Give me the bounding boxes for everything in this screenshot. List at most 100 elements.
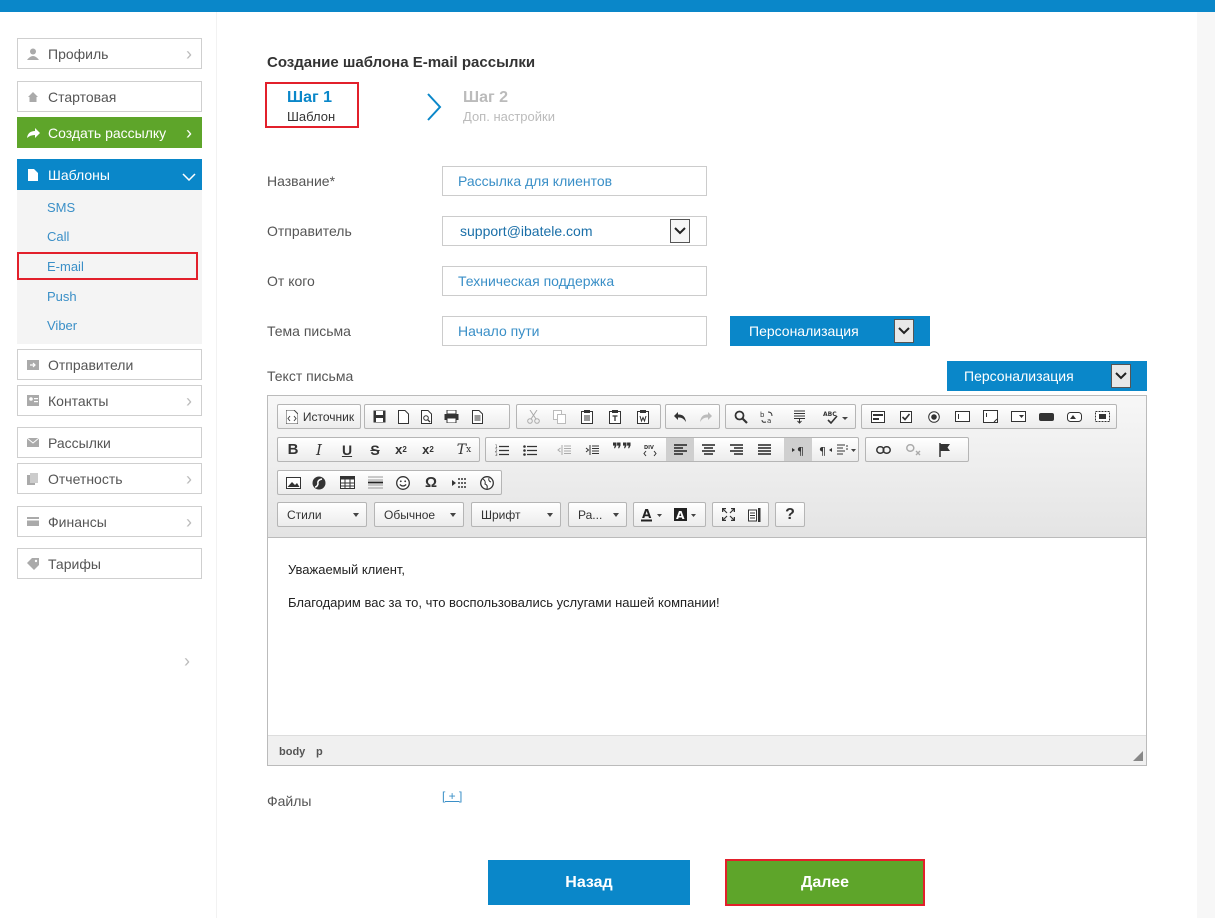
sidebar-item-reports[interactable]: Отчетность › xyxy=(17,463,202,494)
bold-icon[interactable]: B xyxy=(280,438,306,461)
redo-icon[interactable] xyxy=(694,405,718,428)
language-icon[interactable] xyxy=(836,438,858,461)
next-button[interactable]: Далее xyxy=(727,861,923,904)
textarea-icon[interactable] xyxy=(976,405,1004,428)
underline-icon[interactable]: U xyxy=(334,438,360,461)
chevron-down-icon[interactable] xyxy=(1111,364,1131,388)
text-direction-ltr-icon[interactable]: ¶ xyxy=(784,438,812,461)
font-combo[interactable]: Шрифт xyxy=(471,502,561,527)
step2-title[interactable]: Шаг 2 xyxy=(463,89,508,107)
outdent-icon[interactable] xyxy=(550,438,578,461)
select-all-icon[interactable] xyxy=(786,405,812,428)
sidebar-item-home[interactable]: Стартовая xyxy=(17,81,202,112)
add-file-link[interactable]: [ + ] xyxy=(442,789,462,803)
iframe-globe-icon[interactable] xyxy=(474,471,500,494)
hidden-field-icon[interactable] xyxy=(1088,405,1116,428)
sidebar-item-senders[interactable]: Отправители xyxy=(17,349,202,380)
submenu-item-call[interactable]: Call xyxy=(47,229,69,244)
from-input[interactable]: Техническая поддержка xyxy=(442,266,707,296)
select-field-icon[interactable] xyxy=(1004,405,1032,428)
show-blocks-icon[interactable] xyxy=(741,503,767,526)
sidebar-item-label: Рассылки xyxy=(48,434,111,451)
body-label: Текст письма xyxy=(267,368,354,384)
table-icon[interactable] xyxy=(334,471,360,494)
form-icon[interactable] xyxy=(864,405,892,428)
sidebar-item-finance[interactable]: Финансы › xyxy=(17,506,202,537)
subscript-icon[interactable]: x2 xyxy=(388,438,414,461)
paste-word-icon[interactable] xyxy=(631,405,655,428)
align-right-icon[interactable] xyxy=(722,438,750,461)
align-center-icon[interactable] xyxy=(694,438,722,461)
sidebar-item-contacts[interactable]: Контакты › xyxy=(17,385,202,416)
name-input[interactable]: Рассылка для клиентов xyxy=(442,166,707,196)
chevron-down-icon[interactable] xyxy=(670,219,690,243)
spellcheck-icon[interactable]: ABC xyxy=(818,405,854,428)
help-icon[interactable]: ? xyxy=(778,503,802,526)
path-body[interactable]: body xyxy=(279,746,305,758)
subject-input[interactable]: Начало пути xyxy=(442,316,707,346)
superscript-icon[interactable]: x2 xyxy=(415,438,441,461)
italic-icon[interactable]: I xyxy=(306,438,332,461)
right-gutter xyxy=(1197,12,1215,918)
bulleted-list-icon[interactable] xyxy=(516,438,544,461)
strikethrough-icon[interactable]: S xyxy=(362,438,388,461)
sender-select[interactable]: support@ibatele.com xyxy=(442,216,707,246)
sidebar-item-create-mailing[interactable]: Создать рассылку › xyxy=(17,117,202,148)
source-button[interactable]: Источник xyxy=(280,405,360,428)
copy-icon[interactable] xyxy=(547,405,571,428)
submenu-item-viber[interactable]: Viber xyxy=(47,318,77,333)
chevron-down-icon[interactable] xyxy=(894,319,914,343)
submenu-item-sms[interactable]: SMS xyxy=(47,200,75,215)
styles-combo[interactable]: Стили xyxy=(277,502,367,527)
back-button[interactable]: Назад xyxy=(488,860,690,905)
checkbox-icon[interactable] xyxy=(892,405,920,428)
replace-icon[interactable]: ba xyxy=(754,405,780,428)
page-break-icon[interactable] xyxy=(446,471,472,494)
link-icon[interactable] xyxy=(868,438,898,461)
size-combo[interactable]: Ра... xyxy=(568,502,627,527)
image-icon[interactable] xyxy=(280,471,306,494)
text-color-icon[interactable]: A xyxy=(636,503,670,526)
justify-icon[interactable] xyxy=(750,438,778,461)
submenu-item-email[interactable]: E-mail xyxy=(47,259,84,274)
preview-icon[interactable] xyxy=(415,405,439,428)
paste-icon[interactable] xyxy=(575,405,599,428)
text-field-icon[interactable] xyxy=(948,405,976,428)
submenu-item-push[interactable]: Push xyxy=(47,289,77,304)
remove-format-icon[interactable]: Tx xyxy=(450,438,478,461)
indent-icon[interactable] xyxy=(578,438,606,461)
special-char-icon[interactable]: Ω xyxy=(418,471,444,494)
sidebar-item-templates[interactable]: Шаблоны xyxy=(17,159,202,190)
horizontal-rule-icon[interactable] xyxy=(362,471,388,494)
print-icon[interactable] xyxy=(439,405,463,428)
sidebar-item-mailings[interactable]: Рассылки xyxy=(17,427,202,458)
image-button-icon[interactable] xyxy=(1060,405,1088,428)
find-icon[interactable] xyxy=(728,405,754,428)
resize-handle[interactable] xyxy=(1133,751,1143,761)
sidebar-item-tariffs[interactable]: Тарифы xyxy=(17,548,202,579)
align-left-icon[interactable] xyxy=(666,438,694,461)
paste-text-icon[interactable] xyxy=(603,405,627,428)
editor-content-area[interactable]: Уважаемый клиент, Благодарим вас за то, … xyxy=(268,538,1146,735)
button-field-icon[interactable] xyxy=(1032,405,1060,428)
anchor-flag-icon[interactable] xyxy=(930,438,960,461)
unlink-icon[interactable] xyxy=(898,438,928,461)
create-div-icon[interactable]: DIV xyxy=(636,438,664,461)
radio-icon[interactable] xyxy=(920,405,948,428)
blockquote-icon[interactable]: ❞❞ xyxy=(608,438,636,461)
maximize-icon[interactable] xyxy=(715,503,741,526)
sidebar-item-profile[interactable]: Профиль › xyxy=(17,38,202,69)
step1-title[interactable]: Шаг 1 xyxy=(287,89,332,107)
cut-icon[interactable] xyxy=(521,405,545,428)
undo-icon[interactable] xyxy=(668,405,692,428)
save-icon[interactable] xyxy=(367,405,391,428)
flash-icon[interactable] xyxy=(306,471,332,494)
new-page-icon[interactable] xyxy=(391,405,415,428)
numbered-list-icon[interactable]: 123 xyxy=(488,438,516,461)
chevron-right-icon: › xyxy=(186,390,192,411)
templates-icon[interactable] xyxy=(465,405,489,428)
smiley-icon[interactable] xyxy=(390,471,416,494)
format-combo[interactable]: Обычное xyxy=(374,502,464,527)
path-p[interactable]: p xyxy=(316,746,323,758)
background-color-icon[interactable]: A xyxy=(670,503,704,526)
